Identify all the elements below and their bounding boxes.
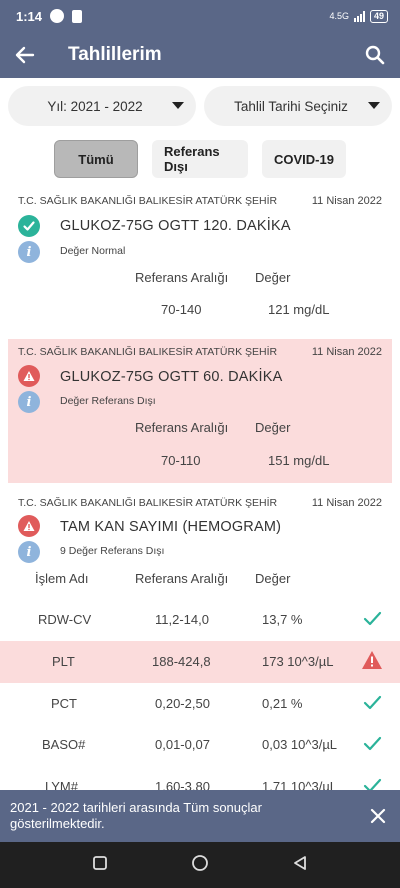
row-value: 173 10^3/µL [262, 654, 334, 669]
row-name: PLT [52, 654, 75, 669]
result-note: Değer Referans Dışı [60, 395, 156, 407]
check-icon [362, 609, 382, 632]
result-card[interactable]: T.C. SAĞLIK BAKANLIĞI BALIKESİR ATATÜRK … [8, 188, 392, 336]
circle-icon [192, 854, 208, 871]
check-icon [362, 693, 382, 716]
warning-icon [361, 650, 383, 673]
page-title: Tahlillerim [68, 44, 162, 65]
app-bar: Tahlillerim [0, 32, 400, 78]
result-note: 9 Değer Referans Dışı [60, 545, 165, 557]
tab-covid[interactable]: COVID-19 [262, 140, 346, 178]
row-name: RDW-CV [38, 612, 92, 627]
warning-icon [18, 515, 40, 537]
date-dropdown-label: Tahlil Tarihi Seçiniz [234, 98, 348, 114]
test-name: GLUKOZ-75G OGTT 120. DAKİKA [60, 218, 291, 234]
snackbar: 2021 - 2022 tarihleri arasında Tüm sonuç… [0, 790, 400, 842]
system-nav-bar [0, 842, 400, 888]
result-date: 11 Nisan 2022 [311, 346, 382, 358]
row-reference: 188-424,8 [152, 654, 211, 669]
value-header: Değer [255, 420, 291, 435]
value-header: Değer [255, 571, 291, 586]
reference-header: Referans Aralığı [135, 420, 229, 435]
status-indicators: 4.5G 49 [329, 9, 388, 23]
reference-range: 70-110 [161, 453, 201, 468]
result-value: 151 mg/dL [268, 453, 330, 468]
row-name: BASO# [42, 737, 86, 752]
test-name: GLUKOZ-75G OGTT 60. DAKİKA [60, 369, 283, 385]
filter-tabs: Tümü Referans Dışı COVID-19 [0, 140, 400, 178]
row-value: 0,21 % [262, 696, 303, 711]
hospital-name: T.C. SAĞLIK BAKANLIĞI BALIKESİR ATATÜRK … [18, 346, 278, 358]
info-icon: i [18, 241, 40, 263]
recents-button[interactable] [92, 855, 108, 876]
square-icon [92, 855, 107, 870]
table-row[interactable]: PLT 188-424,8 173 10^3/µL [0, 641, 400, 683]
filter-bar: Yıl: 2021 - 2022 Tahlil Tarihi Seçiniz [8, 86, 392, 126]
warning-icon [18, 365, 40, 387]
tab-all[interactable]: Tümü [54, 140, 138, 178]
status-bar: 1:14 4.5G 49 [0, 0, 400, 32]
back-button[interactable] [0, 32, 50, 78]
home-button[interactable] [191, 854, 209, 877]
result-date: 11 Nisan 2022 [311, 497, 382, 509]
signal-icon [353, 10, 365, 22]
result-date: 11 Nisan 2022 [311, 195, 382, 207]
network-type: 4.5G [329, 11, 349, 21]
snackbar-message: 2021 - 2022 tarihleri arasında Tüm sonuç… [10, 800, 262, 831]
date-dropdown[interactable]: Tahlil Tarihi Seçiniz [204, 86, 392, 126]
app-notification-icon [50, 9, 65, 23]
row-value: 0,03 10^3/µL [262, 737, 338, 752]
phone-notification-icon [72, 9, 83, 23]
battery-icon: 49 [369, 9, 388, 23]
status-time: 1:14 [16, 8, 43, 24]
search-icon [365, 45, 385, 65]
test-name: TAM KAN SAYIMI (HEMOGRAM) [60, 519, 282, 535]
table-row[interactable]: PCT 0,20-2,50 0,21 % [0, 683, 400, 725]
arrow-left-icon [15, 46, 35, 64]
result-note: Değer Normal [60, 245, 126, 257]
hospital-name: T.C. SAĞLIK BAKANLIĞI BALIKESİR ATATÜRK … [18, 195, 278, 207]
close-button[interactable] [368, 806, 388, 826]
row-name: PCT [51, 696, 77, 711]
close-icon [370, 808, 386, 824]
row-reference: 0,20-2,50 [155, 696, 210, 711]
check-icon [362, 734, 382, 757]
row-reference: 0,01-0,07 [155, 737, 210, 752]
search-button[interactable] [350, 32, 400, 78]
table-row[interactable]: BASO# 0,01-0,07 0,03 10^3/µL [0, 724, 400, 766]
process-header: İşlem Adı [35, 571, 89, 586]
result-value: 121 mg/dL [268, 302, 330, 317]
triangle-back-icon [294, 855, 307, 870]
check-circle-icon [18, 215, 40, 237]
result-card[interactable]: T.C. SAĞLIK BAKANLIĞI BALIKESİR ATATÜRK … [8, 490, 392, 586]
year-dropdown[interactable]: Yıl: 2021 - 2022 [8, 86, 196, 126]
year-dropdown-label: Yıl: 2021 - 2022 [47, 98, 143, 114]
caret-down-icon [172, 102, 184, 109]
info-icon: i [18, 391, 40, 413]
reference-range: 70-140 [161, 302, 202, 317]
hospital-name: T.C. SAĞLIK BAKANLIĞI BALIKESİR ATATÜRK … [18, 497, 278, 509]
row-reference: 11,2-14,0 [155, 612, 209, 627]
info-icon: i [18, 541, 40, 563]
value-header: Değer [255, 270, 291, 285]
caret-down-icon [368, 102, 380, 109]
back-nav-button[interactable] [292, 855, 308, 876]
result-card[interactable]: T.C. SAĞLIK BAKANLIĞI BALIKESİR ATATÜRK … [8, 339, 392, 483]
table-row[interactable]: RDW-CV 11,2-14,0 13,7 % [0, 599, 400, 641]
row-value: 13,7 % [262, 612, 303, 627]
reference-header: Referans Aralığı [135, 571, 229, 586]
tab-out-of-reference[interactable]: Referans Dışı [152, 140, 248, 178]
reference-header: Referans Aralığı [135, 270, 229, 285]
